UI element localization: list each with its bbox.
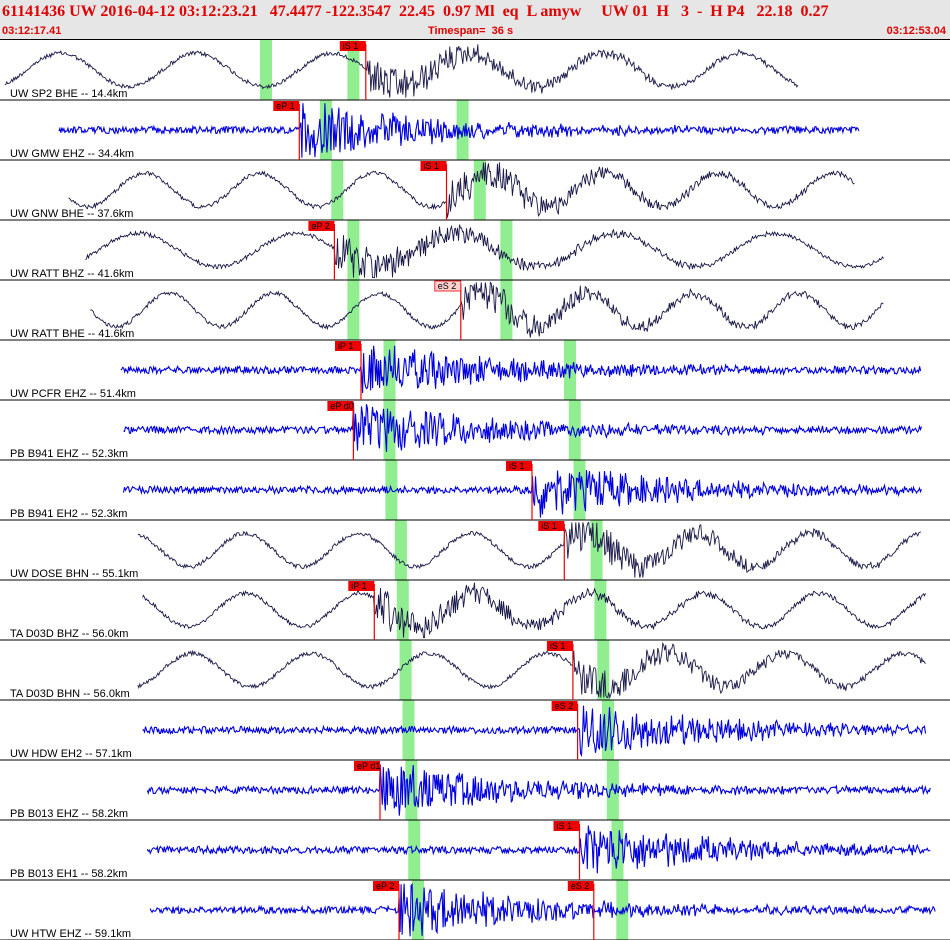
pick-label-7-0: iS 1: [509, 461, 525, 471]
channel-label-1: UW GMW EHZ -- 34.4km: [10, 148, 134, 160]
waveform-8[interactable]: [137, 521, 922, 578]
waveform-13[interactable]: [146, 825, 931, 874]
waveform-4[interactable]: [90, 281, 884, 338]
waveform-11[interactable]: [142, 705, 927, 758]
pick-window-9-0: [396, 580, 409, 640]
pick-label-8-0: iS 1: [541, 521, 557, 531]
pick-window-9-1: [594, 580, 607, 640]
pick-label-9-0: iP 1: [351, 581, 366, 591]
pick-label-4-0: eS 2: [438, 281, 457, 291]
pick-label-0-0: iS 1: [343, 41, 359, 51]
pick-label-10-0: iS 1: [550, 641, 566, 651]
waveform-12[interactable]: [146, 764, 931, 816]
pick-label-13-0: iS 1: [557, 821, 573, 831]
channel-label-13: PB B013 EH1 -- 58.2km: [10, 868, 127, 880]
waveform-10[interactable]: [137, 641, 926, 700]
channel-label-14: UW HTW EHZ -- 59.1km: [10, 928, 131, 940]
channel-label-2: UW GNW BHE -- 37.6km: [10, 208, 133, 220]
pick-label-12-0: eP d1: [357, 761, 380, 771]
waveform-2[interactable]: [68, 162, 855, 218]
start-time: 03:12:17.41: [2, 25, 62, 37]
pick-label-14-0: eP 2: [376, 881, 394, 891]
trace-panel[interactable]: iS 1 UW SP2 BHE -- 14.4km eP 1 UW GMW EHZ -…: [0, 40, 950, 940]
pick-label-5-0: iP 1: [338, 341, 353, 351]
timespan: Timespan= 36 s: [428, 25, 514, 37]
channel-label-3: UW RATT BHZ -- 41.6km: [10, 268, 134, 280]
pick-window-2-0: [331, 160, 344, 220]
waveform-3[interactable]: [85, 224, 884, 279]
channel-label-0: UW SP2 BHE -- 14.4km: [10, 88, 127, 100]
channel-label-9: TA D03D BHZ -- 56.0km: [10, 628, 128, 640]
pick-label-6-0: eP d0: [330, 401, 353, 411]
waveform-9[interactable]: [142, 582, 926, 639]
pick-window-8-0: [394, 520, 407, 580]
pick-label-2-0: iS 1: [424, 161, 440, 171]
waveform-6[interactable]: [123, 402, 923, 452]
channel-label-8: UW DOSE BHN -- 55.1km: [10, 568, 138, 580]
pick-label-1-0: eP 1: [276, 101, 294, 111]
pick-window-10-0: [399, 640, 412, 700]
waveform-14[interactable]: [149, 882, 936, 937]
end-time: 03:12:53.04: [886, 25, 946, 37]
pick-window-0-0: [260, 40, 272, 100]
channel-label-7: PB B941 EH2 -- 52.3km: [10, 508, 127, 520]
channel-label-12: PB B013 EHZ -- 58.2km: [10, 808, 128, 820]
waveform-7[interactable]: [122, 469, 923, 518]
channel-label-5: UW PCFR EHZ -- 51.4km: [10, 388, 136, 400]
waveform-5[interactable]: [120, 345, 922, 394]
event-title: 61141436 UW 2016-04-12 03:12:23.21 47.44…: [2, 3, 829, 20]
pick-label-14-1: eS 2: [571, 881, 590, 891]
channel-label-6: PB B941 EHZ -- 52.3km: [10, 448, 128, 460]
pick-window-4-0: [347, 280, 360, 340]
pick-label-3-0: eP 2: [311, 221, 329, 231]
event-header: 61141436 UW 2016-04-12 03:12:23.21 47.44…: [0, 0, 950, 40]
pick-window-3-1: [500, 220, 513, 280]
channel-label-4: UW RATT BHE -- 41.6km: [10, 328, 134, 340]
pick-label-11-0: eS 2: [555, 701, 574, 711]
channel-label-10: TA D03D BHN -- 56.0km: [10, 688, 130, 700]
channel-label-11: UW HDW EH2 -- 57.1km: [10, 748, 132, 760]
trace-canvas[interactable]: iS 1 UW SP2 BHE -- 14.4km eP 1 UW GMW EHZ -…: [0, 40, 950, 940]
